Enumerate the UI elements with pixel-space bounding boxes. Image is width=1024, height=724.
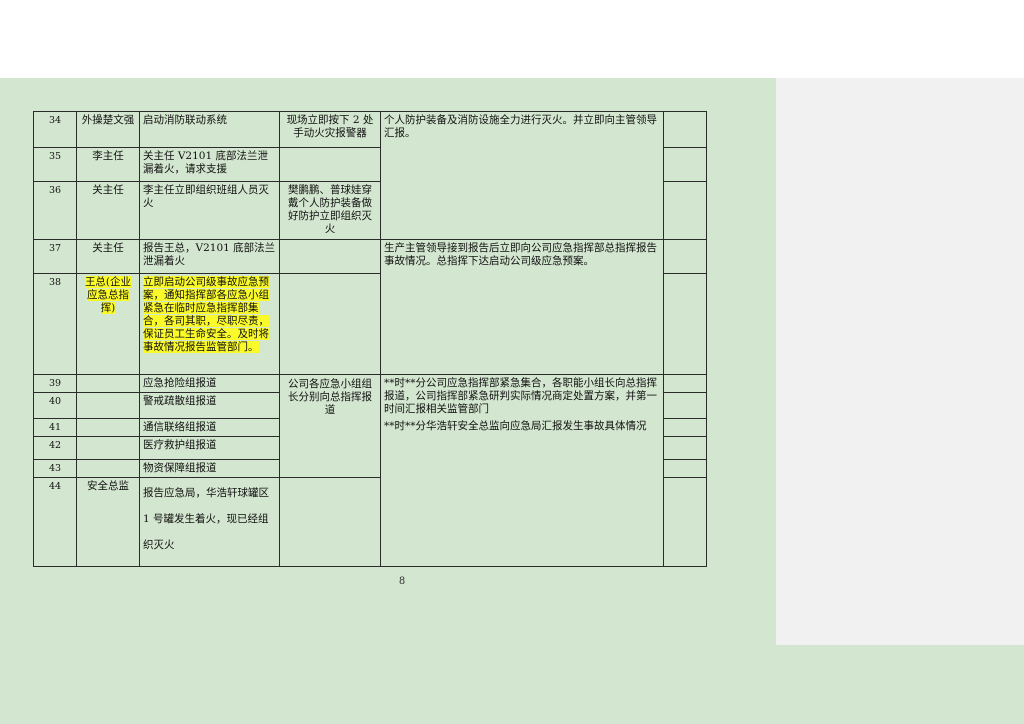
blank-cell xyxy=(76,436,140,460)
onsite-action-text: 樊鹏鹏、普球娃穿戴个人防护装备做好防护立即组织灭火 xyxy=(279,181,381,240)
action-text: 启动消防联动系统 xyxy=(139,111,280,148)
blank-cell xyxy=(663,477,707,567)
row-number: 37 xyxy=(33,239,77,274)
page-number: 8 xyxy=(398,576,406,587)
action-text: 警戒疏散组报道 xyxy=(139,392,280,419)
row-number: 38 xyxy=(33,273,77,375)
highlighted-role: 王总(企业应急总指挥) xyxy=(84,276,132,314)
blank-cell xyxy=(76,374,140,393)
action-text: 立即启动公司级事故应急预案，通知指挥部各应急小组紧急在临时应急指挥部集合，各司其… xyxy=(139,273,280,375)
blank-cell xyxy=(279,239,381,274)
blank-cell xyxy=(663,459,707,478)
action-text: 李主任立即组织班组人员灭火 xyxy=(139,181,280,240)
responsible-person: 安全总监 xyxy=(76,477,140,567)
onsite-action-text: 公司各应急小组组长分别向总指挥报道 xyxy=(279,374,381,478)
row-number: 36 xyxy=(33,181,77,240)
row-number: 40 xyxy=(33,392,77,419)
response-text: **时**分公司应急指挥部紧急集合，各职能小组长向总指挥报道，公司指挥部紧急研判… xyxy=(380,374,664,567)
table-row: 34 外操楚文强 启动消防联动系统 现场立即按下 2 处手动火灾报警器 个人防护… xyxy=(33,111,707,240)
action-text: 报告王总，V2101 底部法兰泄漏着火 xyxy=(139,239,280,274)
response-line-2: **时**分华浩轩安全总监向应急局汇报发生事故具体情况 xyxy=(384,420,647,432)
blank-cell xyxy=(663,273,707,375)
blank-cell xyxy=(279,477,381,567)
responsible-person: 关主任 xyxy=(76,239,140,274)
blank-cell xyxy=(663,392,707,419)
blank-cell xyxy=(663,436,707,460)
blank-cell xyxy=(663,374,707,393)
action-text: 物资保障组报道 xyxy=(139,459,280,478)
row-number: 39 xyxy=(33,374,77,393)
action-text: 报告应急局，华浩轩球罐区 1 号罐发生着火，现已经组织灭火 xyxy=(139,477,280,567)
side-panel xyxy=(776,78,1024,645)
highlighted-action: 立即启动公司级事故应急预案，通知指挥部各应急小组紧急在临时应急指挥部集合，各司其… xyxy=(143,276,269,353)
row-number: 44 xyxy=(33,477,77,567)
action-text: 关主任 V2101 底部法兰泄漏着火，请求支援 xyxy=(139,147,280,182)
row-number: 34 xyxy=(33,111,77,148)
action-text: 通信联络组报道 xyxy=(139,418,280,437)
blank-cell xyxy=(76,418,140,437)
responsible-person: 关主任 xyxy=(76,181,140,240)
row-number: 43 xyxy=(33,459,77,478)
blank-cell xyxy=(663,239,707,274)
row-number: 42 xyxy=(33,436,77,460)
responsible-person: 外操楚文强 xyxy=(76,111,140,148)
responsible-person: 李主任 xyxy=(76,147,140,182)
row-number: 35 xyxy=(33,147,77,182)
responsible-person: 王总(企业应急总指挥) xyxy=(76,273,140,375)
table-row: 39 应急抢险组报道 公司各应急小组组长分别向总指挥报道 **时**分公司应急指… xyxy=(33,374,707,567)
blank-cell xyxy=(663,181,707,240)
row-number: 41 xyxy=(33,418,77,437)
blank-cell xyxy=(663,147,707,182)
blank-cell xyxy=(663,418,707,437)
blank-cell xyxy=(76,392,140,419)
onsite-action-text: 现场立即按下 2 处手动火灾报警器 xyxy=(279,111,381,148)
action-text: 应急抢险组报道 xyxy=(139,374,280,393)
response-line-1: **时**分公司应急指挥部紧急集合，各职能小组长向总指挥报道，公司指挥部紧急研判… xyxy=(384,377,657,415)
top-blank-area xyxy=(0,0,1024,78)
action-text: 医疗救护组报道 xyxy=(139,436,280,460)
drill-procedure-table: 34 外操楚文强 启动消防联动系统 现场立即按下 2 处手动火灾报警器 个人防护… xyxy=(33,111,707,567)
blank-cell xyxy=(76,459,140,478)
blank-cell xyxy=(279,147,381,182)
blank-cell xyxy=(663,111,707,148)
table-row: 37 关主任 报告王总，V2101 底部法兰泄漏着火 生产主管领导接到报告后立即… xyxy=(33,239,707,375)
response-text: 生产主管领导接到报告后立即向公司应急指挥部总指挥报告事故情况。总指挥下达启动公司… xyxy=(380,239,664,375)
blank-cell xyxy=(279,273,381,375)
response-text: 个人防护装备及消防设施全力进行灭火。并立即向主管领导汇报。 xyxy=(380,111,664,240)
